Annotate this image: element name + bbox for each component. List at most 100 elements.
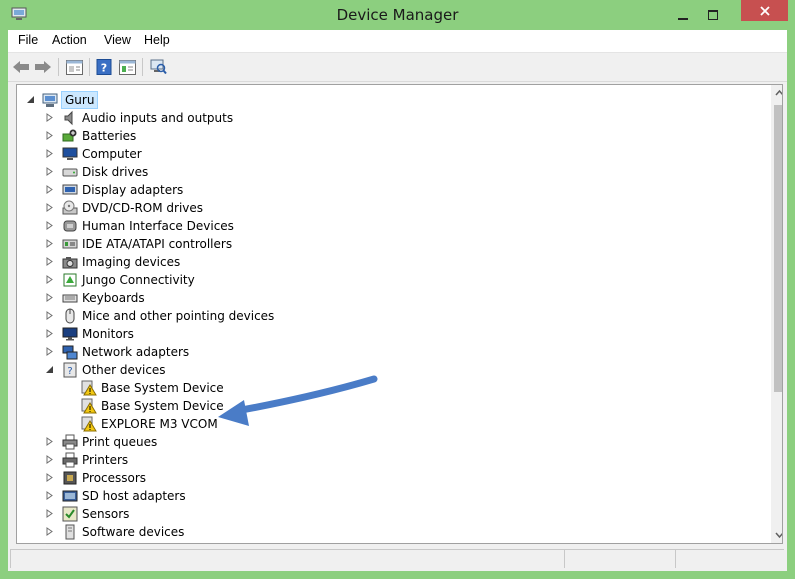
status-segment <box>10 549 564 568</box>
expand-icon[interactable] <box>45 347 54 356</box>
expand-icon[interactable] <box>45 473 54 482</box>
maximize-icon <box>708 10 718 20</box>
maximize-button[interactable] <box>700 0 726 30</box>
tree-item-sd-host[interactable]: SD host adapters <box>17 487 757 505</box>
tree-item-computer[interactable]: Computer <box>17 145 757 163</box>
scan-icon <box>150 59 167 75</box>
tree-item-monitors[interactable]: Monitors <box>17 325 757 343</box>
tree-item-label: Keyboards <box>82 291 145 305</box>
tree-item-batteries[interactable]: Batteries <box>17 127 757 145</box>
toolbar-separator <box>142 58 143 76</box>
status-segment <box>675 549 784 568</box>
help-button[interactable]: ? <box>94 57 114 77</box>
tree-item-label: Audio inputs and outputs <box>82 111 234 125</box>
tree-item-label: Sensors <box>82 507 130 521</box>
expand-icon[interactable] <box>45 509 54 518</box>
expand-icon[interactable] <box>45 275 54 284</box>
expand-icon[interactable] <box>45 239 54 248</box>
tree-item-label: Processors <box>82 471 147 485</box>
menu-file[interactable]: File <box>18 33 38 47</box>
tree-item-network[interactable]: Network adapters <box>17 343 757 361</box>
tree-item-mice[interactable]: Mice and other pointing devices <box>17 307 757 325</box>
computer-root-icon <box>42 93 58 107</box>
menu-view[interactable]: View <box>104 33 131 47</box>
network-icon <box>62 345 78 360</box>
expand-icon[interactable] <box>45 167 54 176</box>
close-button[interactable] <box>741 0 788 21</box>
tree-item-printers[interactable]: Printers <box>17 451 757 469</box>
forward-button[interactable] <box>33 57 53 77</box>
tree-item-jungo[interactable]: Jungo Connectivity <box>17 271 757 289</box>
expand-icon[interactable] <box>45 455 54 464</box>
mouse-icon <box>65 308 75 324</box>
sd-card-icon <box>62 490 78 502</box>
expand-icon[interactable] <box>45 203 54 212</box>
tree-item-dvd[interactable]: DVD/CD-ROM drives <box>17 199 757 217</box>
unknown-device-icon: ? <box>63 362 77 378</box>
scroll-thumb[interactable] <box>774 105 782 392</box>
tree-item-hid[interactable]: Human Interface Devices <box>17 217 757 235</box>
tree-child-base-system-device[interactable]: Base System Device <box>17 397 757 415</box>
sensor-icon <box>62 506 78 522</box>
expand-icon[interactable] <box>45 149 54 158</box>
tree-item-audio[interactable]: Audio inputs and outputs <box>17 109 757 127</box>
expand-icon[interactable] <box>45 221 54 230</box>
tree-item-label: Other devices <box>82 363 166 377</box>
warning-icon <box>81 416 97 432</box>
tree-item-label: DVD/CD-ROM drives <box>82 201 204 215</box>
expand-icon[interactable] <box>45 437 54 446</box>
scan-hardware-button[interactable] <box>148 57 168 77</box>
tree-child-base-system-device[interactable]: Base System Device <box>17 379 757 397</box>
camera-icon <box>62 257 78 269</box>
device-tree[interactable]: Guru Audio inputs and outputs Batteries … <box>16 84 783 544</box>
tree-item-print-queues[interactable]: Print queues <box>17 433 757 451</box>
tree-item-label: Imaging devices <box>82 255 181 269</box>
client-area: File Action View Help ? Guru Audio input… <box>8 30 787 571</box>
hid-icon <box>63 220 77 232</box>
expand-icon[interactable] <box>45 185 54 194</box>
title-bar[interactable]: Device Manager <box>0 0 795 30</box>
vertical-scrollbar[interactable] <box>771 85 783 543</box>
expand-icon[interactable] <box>45 131 54 140</box>
expand-icon[interactable] <box>45 329 54 338</box>
expand-icon[interactable] <box>45 311 54 320</box>
minimize-button[interactable] <box>670 0 696 30</box>
tree-item-ide[interactable]: IDE ATA/ATAPI controllers <box>17 235 757 253</box>
tree-item-software-devices[interactable]: Software devices <box>17 523 757 541</box>
warning-icon <box>81 398 97 414</box>
tree-root[interactable]: Guru <box>17 91 757 109</box>
disk-drive-icon <box>62 168 78 177</box>
tree-child-explore-m3-vcom[interactable]: EXPLORE M3 VCOM <box>17 415 757 433</box>
scroll-up-icon[interactable] <box>775 89 783 97</box>
tree-item-imaging[interactable]: Imaging devices <box>17 253 757 271</box>
tree-item-other-devices[interactable]: ? Other devices <box>17 361 757 379</box>
collapse-icon[interactable] <box>26 95 35 104</box>
menu-action[interactable]: Action <box>52 33 87 47</box>
display-adapter-icon <box>62 184 78 195</box>
expand-icon[interactable] <box>45 491 54 500</box>
expand-icon[interactable] <box>45 527 54 536</box>
printer-icon <box>62 434 78 450</box>
details-button[interactable] <box>117 57 137 77</box>
expand-icon[interactable] <box>45 113 54 122</box>
software-device-icon <box>65 524 75 540</box>
menu-help[interactable]: Help <box>144 33 170 47</box>
keyboard-icon <box>62 294 78 303</box>
device-manager-window: Device Manager File Action View Help ? G… <box>0 0 795 579</box>
expand-icon[interactable] <box>45 257 54 266</box>
tree-item-label: Batteries <box>82 129 137 143</box>
tree-item-sensors[interactable]: Sensors <box>17 505 757 523</box>
details-icon <box>118 59 136 75</box>
svg-text:?: ? <box>67 366 72 377</box>
tree-item-disk-drives[interactable]: Disk drives <box>17 163 757 181</box>
back-button[interactable] <box>11 57 31 77</box>
collapse-icon[interactable] <box>45 365 54 374</box>
scroll-down-icon[interactable] <box>775 531 783 539</box>
tree-item-processors[interactable]: Processors <box>17 469 757 487</box>
status-bar <box>8 547 787 569</box>
properties-button[interactable] <box>64 57 84 77</box>
tree-item-display-adapters[interactable]: Display adapters <box>17 181 757 199</box>
properties-icon <box>65 59 83 75</box>
expand-icon[interactable] <box>45 293 54 302</box>
tree-item-keyboards[interactable]: Keyboards <box>17 289 757 307</box>
